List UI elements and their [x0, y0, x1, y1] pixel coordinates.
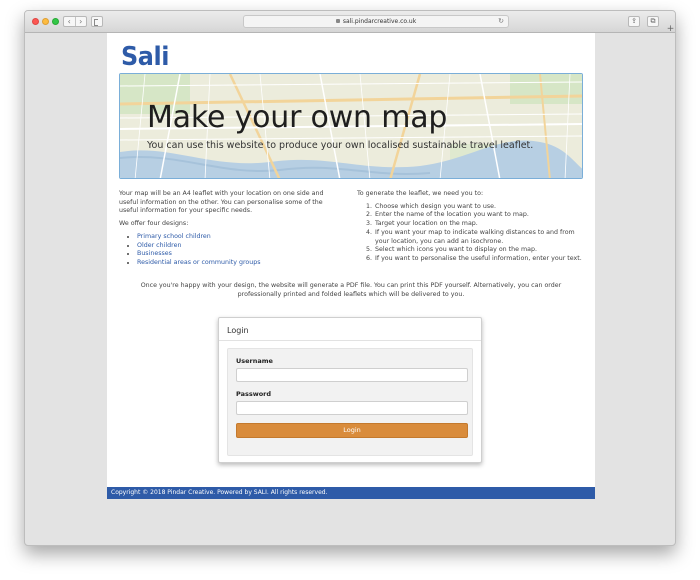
username-label: Username — [236, 357, 273, 365]
hero-title: Make your own map — [147, 100, 448, 135]
address-bar[interactable]: sali.pindarcreative.co.uk ↻ — [243, 15, 509, 28]
steps-column: To generate the leaflet, we need you to:… — [357, 190, 583, 264]
intro-column: Your map will be an A4 leaflet with your… — [119, 190, 339, 268]
login-form: Username Password Login — [227, 348, 473, 456]
lock-icon — [335, 19, 340, 23]
list-item: Residential areas or community groups — [137, 259, 339, 268]
list-item: If you want to personalise the useful in… — [374, 255, 583, 264]
password-input[interactable] — [236, 401, 468, 415]
login-panel: Login Username Password Login — [218, 317, 482, 463]
pdf-note: Once you're happy with your design, the … — [140, 282, 562, 298]
list-item: Businesses — [137, 250, 339, 259]
design-link-businesses[interactable]: Businesses — [137, 250, 172, 257]
new-tab-button[interactable]: + — [665, 25, 675, 34]
forward-button[interactable]: › — [76, 17, 87, 26]
designs-heading: We offer four designs: — [119, 220, 189, 228]
list-item: Target your location on the map. — [374, 220, 583, 229]
list-item: If you want your map to indicate walking… — [374, 229, 583, 246]
browser-window: ‹ › sali.pindarcreative.co.uk ↻ ⇪ ⧉ + Sa… — [24, 10, 676, 546]
list-item: Select which icons you want to display o… — [374, 246, 583, 255]
site-logo[interactable]: Sali — [121, 42, 169, 72]
history-nav: ‹ › — [63, 16, 87, 27]
hero-banner: Make your own map You can use this websi… — [119, 73, 583, 179]
login-button[interactable]: Login — [236, 423, 468, 438]
design-link-older-children[interactable]: Older children — [137, 242, 181, 249]
designs-list: Primary school children Older children B… — [137, 233, 339, 268]
list-item: Primary school children — [137, 233, 339, 242]
intro-paragraph: Your map will be an A4 leaflet with your… — [119, 190, 324, 215]
tab-overview-button[interactable]: ⧉ — [647, 16, 659, 27]
steps-heading: To generate the leaflet, we need you to: — [357, 190, 484, 197]
site-footer: Copyright © 2018 Pindar Creative. Powere… — [107, 487, 595, 499]
zoom-window-button[interactable] — [52, 18, 59, 25]
design-link-primary-school[interactable]: Primary school children — [137, 233, 211, 240]
divider — [219, 340, 481, 341]
password-label: Password — [236, 390, 272, 398]
reload-button[interactable]: ↻ — [498, 16, 504, 27]
list-item: Enter the name of the location you want … — [374, 211, 583, 220]
hero-subtitle: You can use this website to produce your… — [147, 140, 534, 151]
back-button[interactable]: ‹ — [64, 17, 76, 26]
share-button[interactable]: ⇪ — [628, 16, 640, 27]
url-text: sali.pindarcreative.co.uk — [342, 18, 417, 25]
steps-list: Choose which design you want to use. Ent… — [374, 203, 583, 264]
sidebar-toggle-button[interactable] — [91, 16, 103, 27]
username-input[interactable] — [236, 368, 468, 382]
design-link-residential[interactable]: Residential areas or community groups — [137, 259, 261, 266]
list-item: Choose which design you want to use. — [374, 203, 583, 212]
minimize-window-button[interactable] — [42, 18, 49, 25]
login-heading: Login — [227, 326, 249, 335]
close-window-button[interactable] — [32, 18, 39, 25]
browser-toolbar: ‹ › sali.pindarcreative.co.uk ↻ ⇪ ⧉ + — [25, 11, 675, 34]
list-item: Older children — [137, 242, 339, 251]
web-page: Sali Make your own map You can use this … — [107, 33, 595, 499]
